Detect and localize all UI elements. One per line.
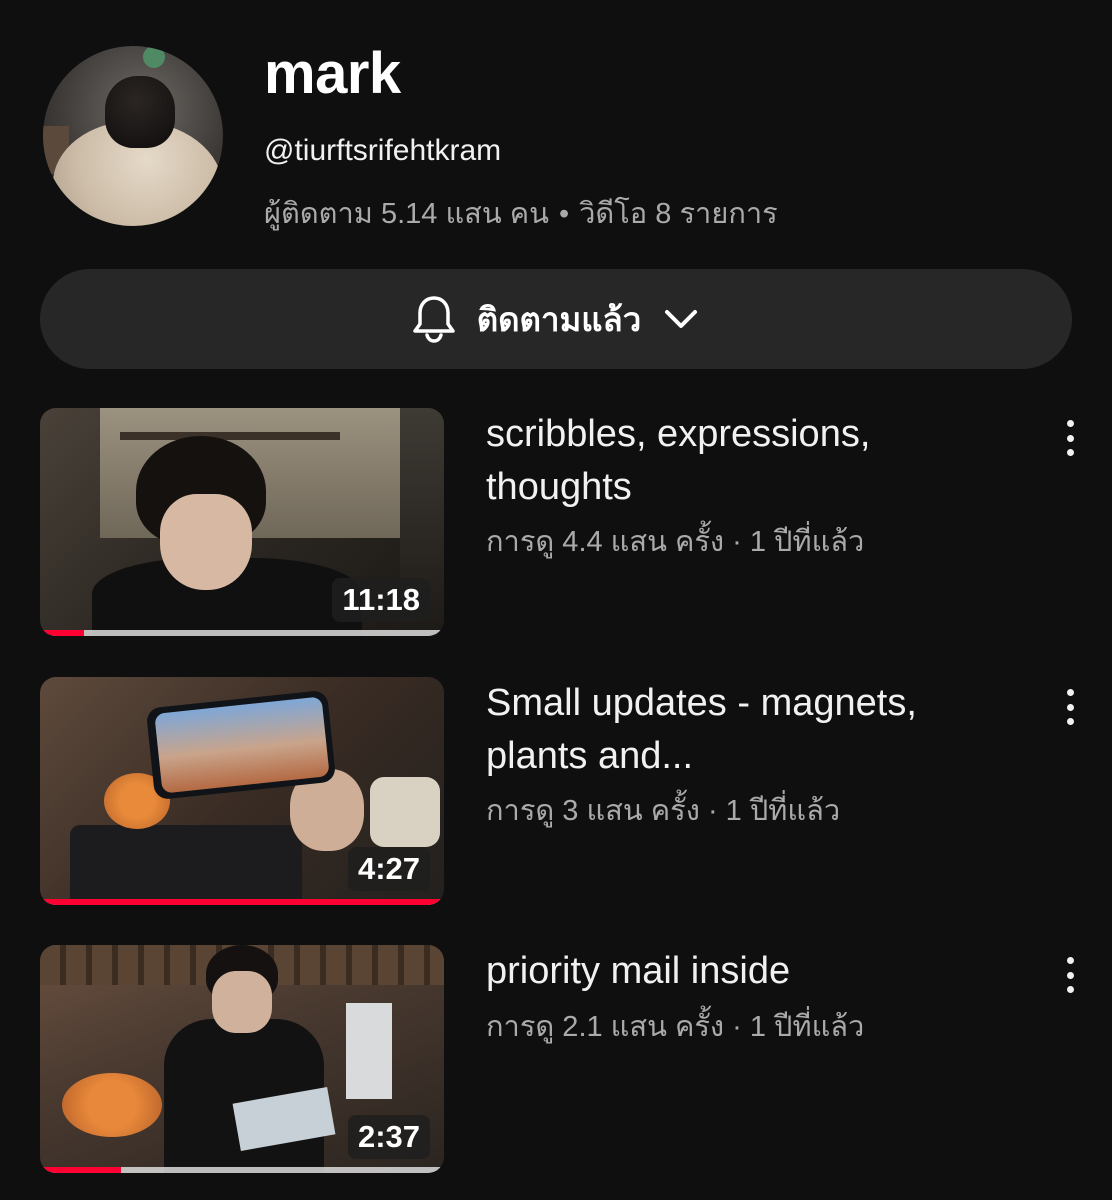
more-options-icon[interactable] [1052,685,1088,729]
watch-progress-fill [40,899,444,905]
video-title[interactable]: priority mail inside [486,945,1016,998]
bell-icon [411,294,457,344]
video-thumbnail[interactable]: 11:18 [40,408,444,636]
avatar-person-head [105,76,175,148]
video-duration: 11:18 [332,578,430,622]
video-title[interactable]: Small updates - magnets, plants and... [486,677,1016,783]
watch-progress-track [40,1167,444,1173]
subscriber-count: ผู้ติดตาม 5.14 แสน คน [264,198,549,230]
video-duration: 2:37 [347,1115,430,1159]
channel-stats: ผู้ติดตาม 5.14 แสน คน • วิดีโอ 8 รายการ [264,190,778,236]
watch-progress-track [40,630,444,636]
channel-avatar[interactable] [43,46,223,226]
video-item[interactable]: 11:18 scribbles, expressions, thoughts ก… [40,408,1090,638]
more-options-icon[interactable] [1052,416,1088,460]
channel-name: mark [264,41,401,106]
more-options-icon[interactable] [1052,953,1088,997]
channel-handle: @tiurftsrifehtkram [264,134,502,167]
video-meta: การดู 4.4 แสน ครั้ง · 1 ปีที่แล้ว [486,526,865,558]
avatar-background-lamp [143,46,165,68]
watch-progress-fill [40,630,85,636]
video-meta: การดู 3 แสน ครั้ง · 1 ปีที่แล้ว [486,795,841,827]
video-title[interactable]: scribbles, expressions, thoughts [486,408,1016,514]
chevron-down-icon [661,305,701,333]
video-item[interactable]: 2:37 priority mail inside การดู 2.1 แสน … [40,945,1090,1175]
subscribed-button[interactable]: ติดตามแล้ว [40,269,1072,369]
video-count: วิดีโอ 8 รายการ [579,198,778,230]
video-item[interactable]: 4:27 Small updates - magnets, plants and… [40,677,1090,907]
video-thumbnail[interactable]: 4:27 [40,677,444,905]
watch-progress-track [40,899,444,905]
channel-page: mark @tiurftsrifehtkram ผู้ติดตาม 5.14 แ… [0,0,1112,1200]
subscribed-label: ติดตามแล้ว [476,300,642,338]
video-meta: การดู 2.1 แสน ครั้ง · 1 ปีที่แล้ว [486,1011,865,1043]
video-thumbnail[interactable]: 2:37 [40,945,444,1173]
watch-progress-fill [40,1167,121,1173]
video-duration: 4:27 [347,847,430,891]
stats-separator: • [558,198,570,230]
